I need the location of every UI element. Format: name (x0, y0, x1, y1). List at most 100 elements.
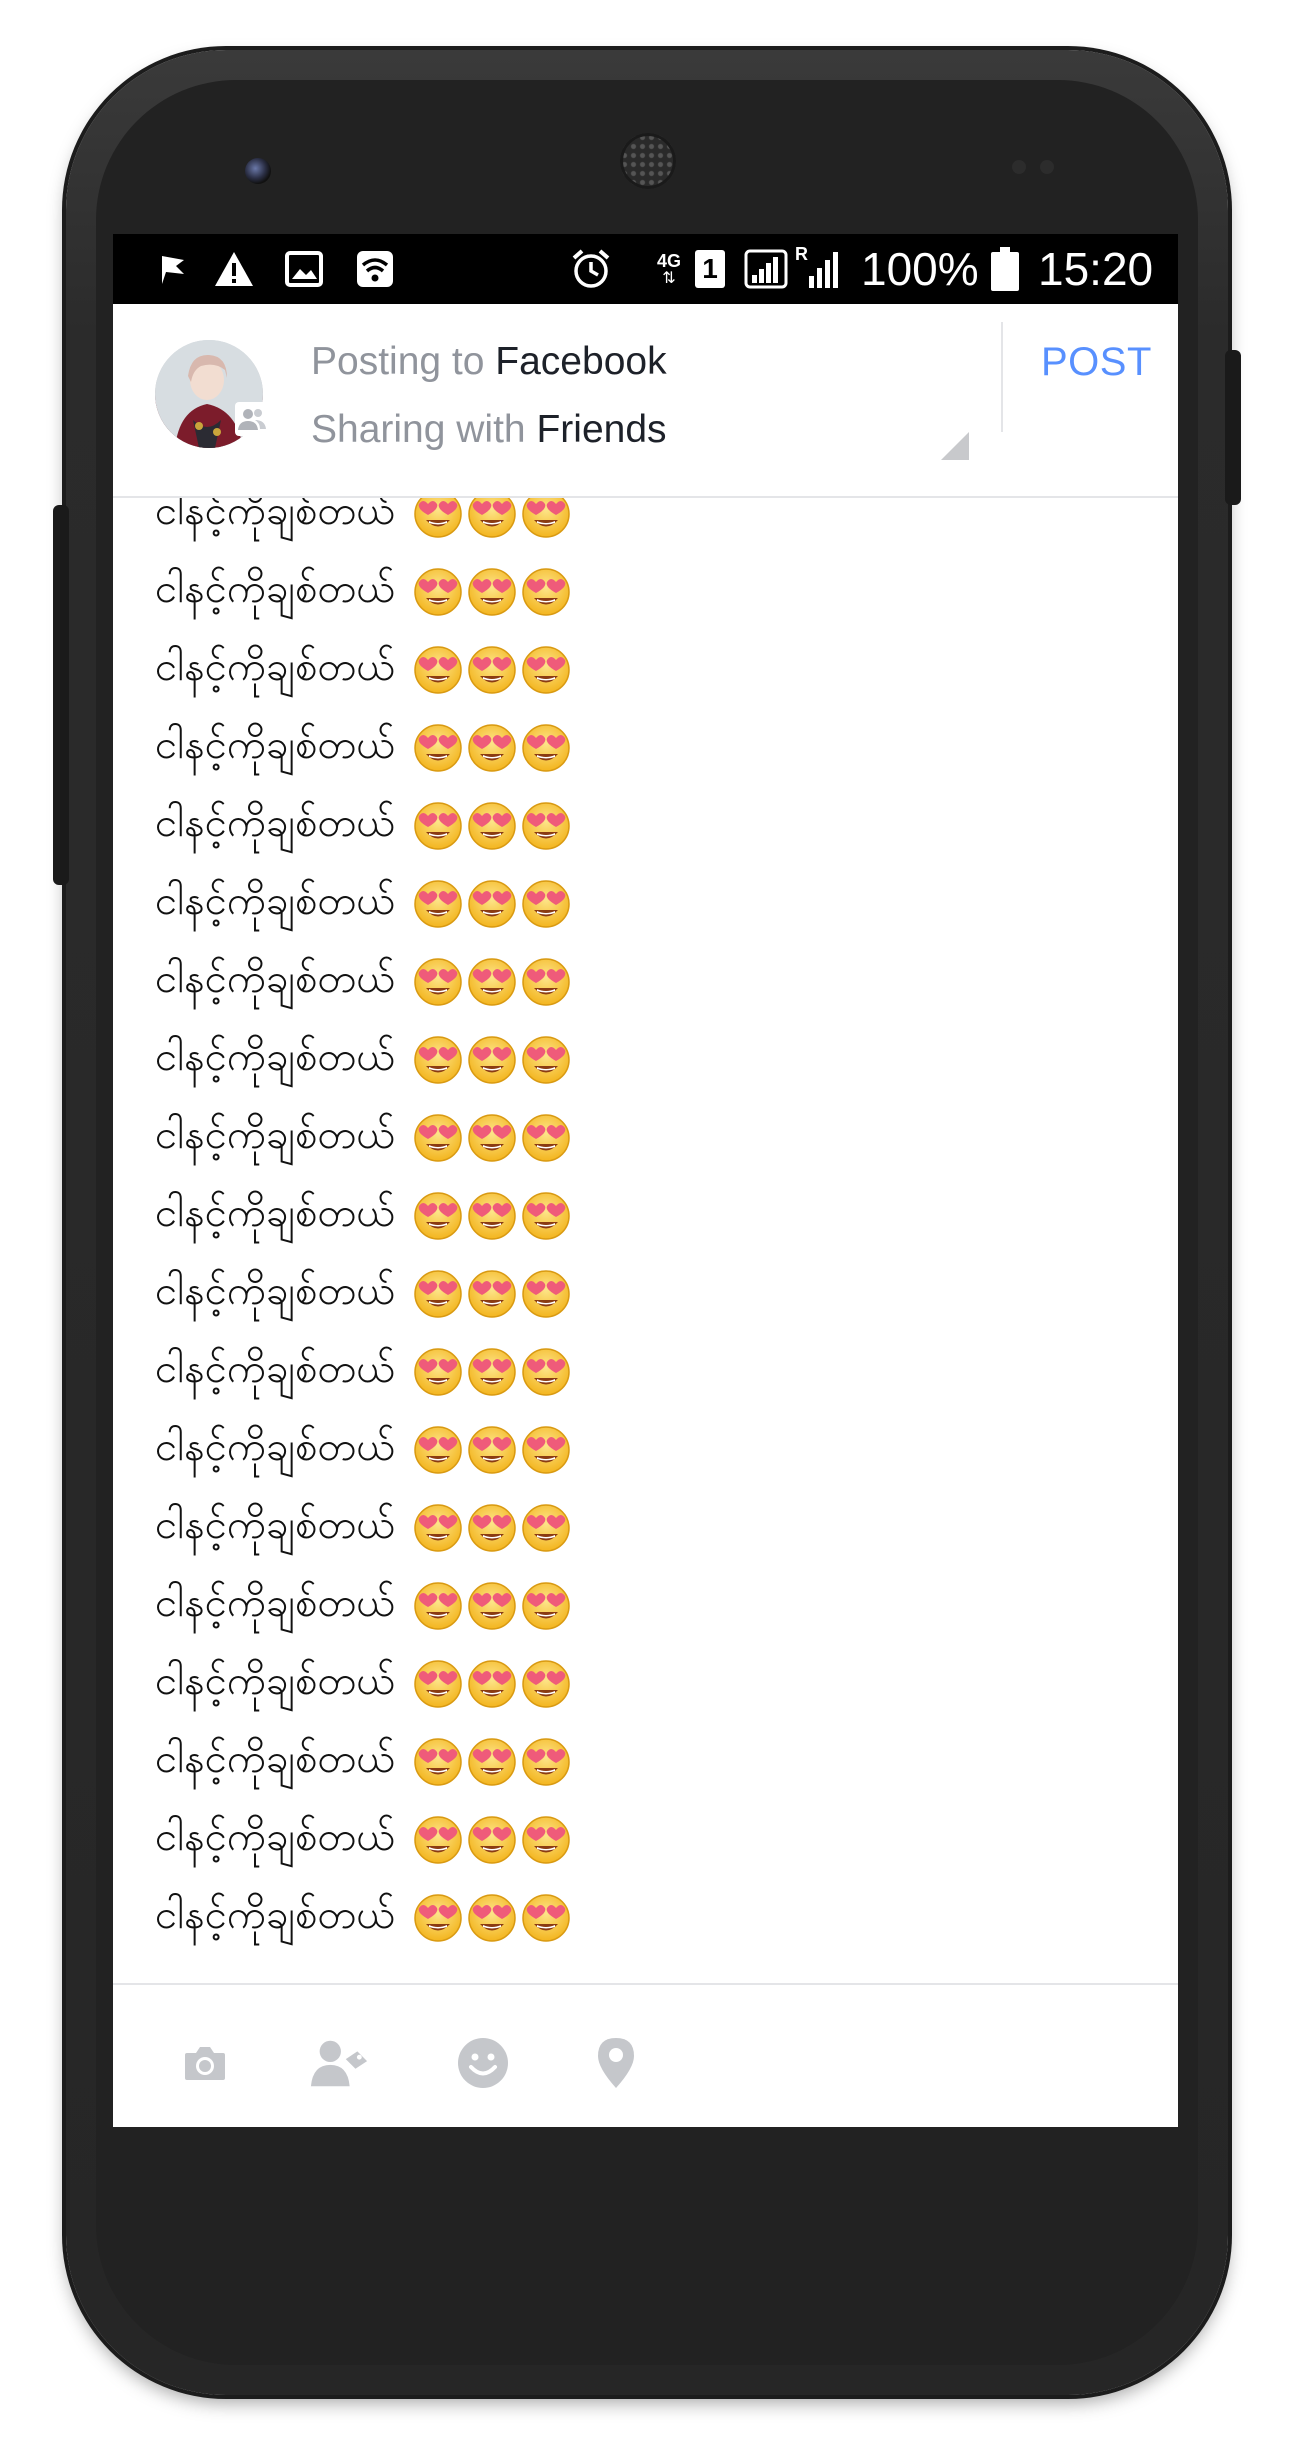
text-line-content: ငါနင့်ကိုချစ်တယ် (155, 1579, 396, 1626)
sim-icon: 1 (693, 248, 727, 290)
text-line-content: ငါနင့်ကိုချစ်တယ် (155, 1891, 396, 1938)
heart-eyes-emoji-icon (521, 1659, 571, 1709)
text-line: ငါနင့်ကိုချစ်တယ် (155, 1490, 575, 1566)
flag-icon (153, 248, 193, 290)
heart-eyes-emoji-icon (467, 1035, 517, 1085)
text-line: ငါနင့်ကိုချစ်တယ် (155, 1646, 575, 1722)
text-line: ငါနင့်ကိုချစ်တယ် (155, 1256, 575, 1332)
text-line-content: ငါနင့်ကိုချစ်တယ် (155, 1345, 396, 1392)
roaming-label: R (795, 244, 808, 264)
emoji-icon[interactable] (453, 2033, 513, 2093)
heart-eyes-emoji-icon (521, 1893, 571, 1943)
emoji-group (413, 1581, 575, 1631)
audience-dropdown-icon[interactable] (941, 432, 969, 460)
heart-eyes-emoji-icon (467, 1815, 517, 1865)
emoji-group (413, 1269, 575, 1319)
post-text-area[interactable]: ငါနင့်ကိုချစ်တယ် ငါနင့်ကိုချစ်တယ် ငါနင့်ကိ… (113, 498, 1178, 1978)
heart-eyes-emoji-icon (413, 645, 463, 695)
heart-eyes-emoji-icon (521, 1347, 571, 1397)
heart-eyes-emoji-icon (521, 567, 571, 617)
heart-eyes-emoji-icon (467, 1503, 517, 1553)
camera-icon[interactable] (175, 2033, 235, 2093)
heart-eyes-emoji-icon (413, 1503, 463, 1553)
front-camera-icon (245, 158, 271, 184)
hotspot-icon (353, 248, 397, 290)
header-divider (1001, 322, 1003, 432)
heart-eyes-emoji-icon (413, 498, 463, 539)
text-line: ငါနင့်ကိုချစ်တယ် (155, 1178, 575, 1254)
signal-sim1-icon (743, 248, 789, 290)
status-bar: 4G ⇅ 1 R 100% 15:20 (113, 234, 1178, 304)
alarm-icon (569, 248, 613, 290)
emoji-group (413, 1893, 575, 1943)
sim-slot-label: 1 (702, 253, 718, 284)
heart-eyes-emoji-icon (413, 1659, 463, 1709)
light-sensor (1040, 160, 1054, 174)
earpiece-speaker (620, 133, 676, 189)
posting-to-line: Posting to Facebook (311, 340, 667, 384)
emoji-group (413, 879, 575, 929)
text-line-content: ငါနင့်ကိုချစ်တယ် (155, 877, 396, 924)
heart-eyes-emoji-icon (413, 1191, 463, 1241)
network-type-indicator: 4G ⇅ (653, 248, 685, 290)
text-line: ငါနင့်ကိုချစ်တယ် (155, 498, 575, 552)
emoji-group (413, 1737, 575, 1787)
emoji-group (413, 723, 575, 773)
text-line: ငါနင့်ကိုချစ်တယ် (155, 1334, 575, 1410)
text-line-content: ငါနင့်ကိုချစ်တယ် (155, 1423, 396, 1470)
heart-eyes-emoji-icon (413, 1269, 463, 1319)
text-line-content: ငါနင့်ကိုချစ်တယ် (155, 1501, 396, 1548)
heart-eyes-emoji-icon (467, 1269, 517, 1319)
composer-header: Posting to Facebook Sharing with Friends… (113, 304, 1178, 498)
text-line: ငါနင့်ကိုချစ်တယ် (155, 554, 575, 630)
emoji-group (413, 498, 575, 539)
text-line-content: ငါနင့်ကိုချစ်တယ် (155, 565, 396, 612)
heart-eyes-emoji-icon (521, 1581, 571, 1631)
heart-eyes-emoji-icon (521, 1503, 571, 1553)
heart-eyes-emoji-icon (413, 1893, 463, 1943)
heart-eyes-emoji-icon (467, 1113, 517, 1163)
emoji-group (413, 1425, 575, 1475)
tag-people-icon[interactable] (309, 2033, 369, 2093)
post-button[interactable]: POST (1041, 340, 1152, 385)
text-line-content: ငါနင့်ကိုချစ်တယ် (155, 1735, 396, 1782)
emoji-group (413, 1659, 575, 1709)
text-line: ငါနင့်ကိုချစ်တယ် (155, 1880, 575, 1956)
heart-eyes-emoji-icon (521, 1737, 571, 1787)
text-line-content: ငါနင့်ကိုချစ်တယ် (155, 498, 396, 534)
emoji-group (413, 957, 575, 1007)
friends-audience-icon (235, 402, 269, 436)
text-line: ငါနင့်ကိုချစ်တယ် (155, 944, 575, 1020)
text-line: ငါနင့်ကိုချစ်တယ် (155, 1568, 575, 1644)
image-icon (283, 248, 325, 290)
heart-eyes-emoji-icon (521, 1815, 571, 1865)
emoji-group (413, 1113, 575, 1163)
heart-eyes-emoji-icon (521, 1035, 571, 1085)
emoji-group (413, 1347, 575, 1397)
heart-eyes-emoji-icon (521, 1191, 571, 1241)
heart-eyes-emoji-icon (467, 801, 517, 851)
data-arrows-icon: ⇅ (662, 268, 676, 287)
posting-prefix: Posting to (311, 340, 485, 383)
text-line-content: ငါနင့်ကိုချစ်တယ် (155, 1111, 396, 1158)
signal-sim2-icon: R (795, 244, 841, 290)
heart-eyes-emoji-icon (467, 1191, 517, 1241)
heart-eyes-emoji-icon (413, 1425, 463, 1475)
emoji-group (413, 801, 575, 851)
heart-eyes-emoji-icon (413, 1113, 463, 1163)
heart-eyes-emoji-icon (467, 723, 517, 773)
text-line: ငါနင့်ကိုချစ်တယ် (155, 1412, 575, 1488)
heart-eyes-emoji-icon (467, 1425, 517, 1475)
heart-eyes-emoji-icon (467, 1893, 517, 1943)
text-line-content: ငါနင့်ကိုချစ်တယ် (155, 1189, 396, 1236)
posting-target[interactable]: Facebook (495, 340, 666, 383)
emoji-group (413, 1503, 575, 1553)
text-line: ငါနင့်ကိုချစ်တယ် (155, 1022, 575, 1098)
heart-eyes-emoji-icon (413, 1347, 463, 1397)
text-line: ငါနင့်ကိုချစ်တယ် (155, 1724, 575, 1800)
location-icon[interactable] (586, 2033, 646, 2093)
heart-eyes-emoji-icon (521, 1269, 571, 1319)
heart-eyes-emoji-icon (467, 1737, 517, 1787)
heart-eyes-emoji-icon (467, 1659, 517, 1709)
audience-selector[interactable]: Friends (536, 408, 666, 451)
